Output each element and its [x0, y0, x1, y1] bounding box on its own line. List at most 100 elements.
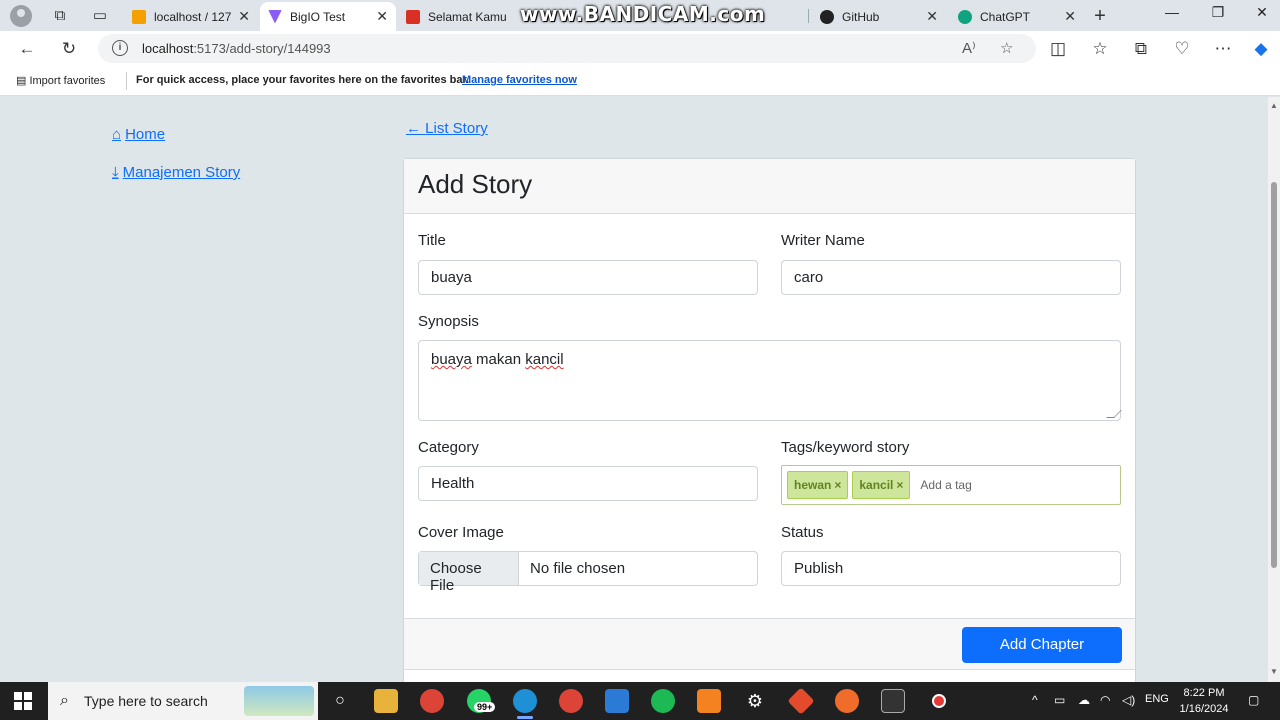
tab-github[interactable]: GitHub ✕	[812, 2, 946, 31]
chrome-icon[interactable]	[420, 689, 444, 713]
task-view-icon[interactable]: ○	[328, 689, 352, 713]
sidebar-item-home[interactable]: ⌂ Home	[112, 126, 165, 143]
spellcheck-word: buaya	[431, 351, 472, 368]
profile-icon[interactable]	[10, 5, 32, 27]
spotify-icon[interactable]	[651, 689, 675, 713]
xampp-icon[interactable]	[697, 689, 721, 713]
close-icon[interactable]: ✕	[926, 8, 938, 25]
settings-gear-icon[interactable]: ⚙	[743, 689, 767, 713]
page-title: Add Story	[418, 169, 533, 199]
tags-label: Tags/keyword story	[781, 439, 910, 456]
github-icon	[820, 9, 834, 24]
manage-favorites-link[interactable]: Manage favorites now	[462, 74, 577, 86]
tag-chip: kancil ×	[852, 471, 911, 499]
cloud-icon[interactable]: ☁	[1078, 693, 1090, 707]
wifi-icon[interactable]: ◠	[1100, 693, 1110, 707]
writer-name-input[interactable]: caro	[781, 260, 1121, 295]
writer-name-label: Writer Name	[781, 232, 865, 249]
synopsis-label: Synopsis	[418, 313, 479, 330]
tag-chip: hewan ×	[787, 471, 849, 499]
tab-gmail[interactable]: Selamat Kamu	[398, 2, 532, 31]
tab-separator	[808, 9, 809, 23]
windows-taskbar: ⌕ Type here to search ○ 99+ ⚙ ^ ▭ ☁ ◠ ◁)…	[0, 682, 1280, 720]
synopsis-textarea[interactable]: buaya makan kancil	[418, 340, 1122, 421]
windows-start-icon[interactable]	[14, 692, 32, 710]
browser-essentials-icon[interactable]: ♡	[1171, 38, 1193, 60]
record-icon[interactable]	[927, 689, 951, 713]
refresh-icon[interactable]: ↻	[58, 38, 80, 60]
card-footer: Add Chapter	[404, 618, 1135, 670]
edge-icon[interactable]	[513, 689, 537, 719]
close-icon[interactable]: ✕	[1064, 8, 1076, 25]
category-select[interactable]: Health	[418, 466, 758, 501]
copilot-icon[interactable]: ◆	[1250, 38, 1272, 60]
gmail-icon	[406, 9, 420, 24]
spellcheck-word: kancil	[525, 351, 564, 368]
taskbar-clock[interactable]: 8:22 PM 1/16/2024	[1176, 685, 1232, 717]
battery-icon[interactable]: ▭	[1054, 693, 1065, 707]
title-label: Title	[418, 232, 446, 249]
chrome-profile-icon[interactable]	[559, 689, 583, 713]
chevron-up-icon[interactable]: ^	[1032, 693, 1038, 707]
favorites-icon[interactable]: ☆	[1089, 38, 1111, 60]
close-icon[interactable]: ✕	[376, 8, 388, 25]
collections-icon[interactable]: ⧉	[1130, 38, 1152, 60]
tag-remove-icon[interactable]: ×	[896, 478, 903, 492]
cover-image-file-input[interactable]: Choose File No file chosen	[418, 551, 758, 594]
add-story-card: Add Story Title buaya Writer Name caro S…	[403, 158, 1136, 682]
favorite-star-icon[interactable]: ☆	[1000, 39, 1013, 57]
terminal-icon[interactable]	[881, 689, 905, 713]
more-menu-icon[interactable]: ⋯	[1212, 38, 1234, 60]
file-explorer-icon[interactable]	[374, 689, 398, 713]
workspaces-icon[interactable]: ⧉	[50, 6, 70, 26]
minimize-icon[interactable]: —	[1160, 4, 1184, 20]
tags-input[interactable]: hewan × kancil × Add a tag	[781, 465, 1121, 505]
search-placeholder: Type here to search	[84, 693, 208, 709]
resize-handle[interactable]	[1106, 410, 1122, 418]
git-icon[interactable]	[787, 687, 815, 715]
language-indicator[interactable]: ENG	[1145, 693, 1169, 705]
postman-icon[interactable]	[835, 689, 859, 713]
choose-file-button[interactable]: Choose File	[419, 552, 519, 594]
notification-icon[interactable]: ▢	[1248, 693, 1259, 707]
tag-remove-icon[interactable]: ×	[834, 478, 841, 492]
tab-bigio-test[interactable]: BigIO Test ✕	[260, 2, 396, 31]
synopsis-word: makan	[476, 351, 522, 368]
back-to-list-link[interactable]: ← List Story	[406, 120, 488, 137]
close-icon[interactable]: ✕	[238, 8, 250, 25]
title-input[interactable]: buaya	[418, 260, 758, 295]
address-bar[interactable]: i localhost:5173/add-story/144993 A⁾ ☆	[98, 34, 1036, 63]
sidebar-item-manajemen-story[interactable]: ⤓ Manajemen Story	[112, 164, 240, 181]
info-icon[interactable]: i	[112, 40, 128, 56]
tab-phpmyadmin[interactable]: localhost / 127. ✕	[124, 2, 258, 31]
category-label: Category	[418, 439, 479, 456]
import-favorites[interactable]: ▤ Import favorites	[16, 74, 105, 87]
close-window-icon[interactable]: ✕	[1250, 4, 1274, 21]
scroll-down-icon[interactable]: ▼	[1270, 667, 1278, 676]
vscode-icon[interactable]	[605, 689, 629, 713]
status-select[interactable]: Publish	[781, 551, 1121, 586]
scrollbar-thumb[interactable]	[1271, 182, 1277, 568]
card-header: Add Story	[404, 159, 1135, 214]
split-screen-icon[interactable]: ◫	[1047, 38, 1069, 60]
taskbar-search[interactable]: ⌕ Type here to search	[48, 682, 318, 720]
read-aloud-icon[interactable]: A⁾	[962, 39, 976, 57]
back-arrow-icon[interactable]: ←	[16, 38, 38, 60]
url-text[interactable]: localhost:5173/add-story/144993	[142, 41, 331, 56]
maximize-icon[interactable]: ❐	[1206, 4, 1230, 21]
tab-chatgpt[interactable]: ChatGPT ✕	[950, 2, 1084, 31]
download-icon: ⤓	[112, 164, 119, 181]
chatgpt-icon	[958, 9, 972, 24]
scroll-up-icon[interactable]: ▲	[1270, 101, 1278, 110]
notification-badge: 99+	[474, 702, 496, 712]
search-icon: ⌕	[60, 692, 69, 709]
page-scrollbar[interactable]: ▲ ▼	[1268, 97, 1280, 682]
search-highlight-image	[244, 686, 314, 716]
tab-actions-icon[interactable]: ▭	[90, 6, 110, 26]
favorites-hint: For quick access, place your favorites h…	[136, 74, 470, 86]
add-chapter-button[interactable]: Add Chapter	[962, 627, 1122, 663]
new-tab-icon[interactable]: +	[1090, 6, 1110, 26]
volume-icon[interactable]: ◁)	[1122, 693, 1135, 707]
add-tag-input[interactable]: Add a tag	[920, 478, 971, 492]
bandicam-watermark: www.BANDICAM.com	[520, 2, 766, 26]
